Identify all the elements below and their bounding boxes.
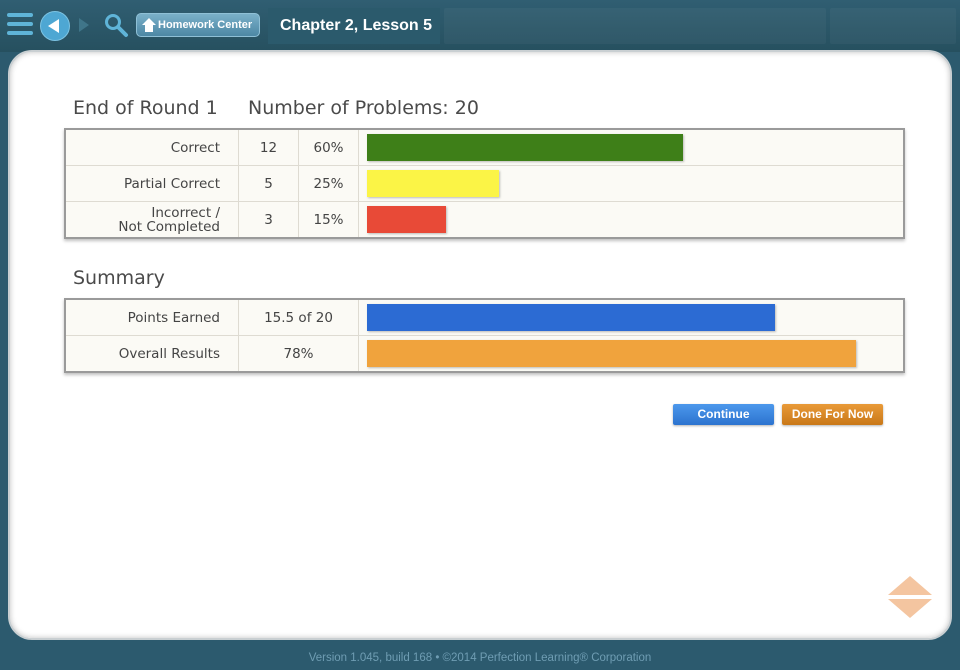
table-row: Correct 12 60%: [64, 128, 905, 166]
home-icon: [142, 18, 156, 32]
table-row: Partial Correct 5 25%: [64, 165, 905, 202]
row-percent: 15%: [298, 201, 359, 239]
back-icon[interactable]: [40, 11, 70, 41]
forward-icon[interactable]: [73, 11, 95, 39]
round-results-table: Correct 12 60% Partial Correct 5 25% Inc…: [64, 128, 905, 239]
row-label-line2: Not Completed: [118, 218, 220, 235]
continue-button[interactable]: Continue: [673, 404, 774, 425]
row-count: 12: [238, 128, 299, 166]
incorrect-bar: [367, 206, 446, 233]
footer-version: Version 1.045, build 168 • ©2014 Perfect…: [308, 652, 652, 664]
bar-cell: [358, 201, 905, 239]
top-toolbar: Homework Center Chapter 2, Lesson 5: [0, 0, 960, 52]
toolbar-spacer: [830, 8, 956, 44]
round-heading: End of Round 1: [73, 97, 218, 119]
row-percent: 25%: [298, 165, 359, 202]
summary-table: Points Earned 15.5 of 20 Overall Results…: [64, 298, 905, 373]
bar-cell: [358, 128, 905, 166]
page-title: Chapter 2, Lesson 5: [268, 8, 440, 44]
row-count: 5: [238, 165, 299, 202]
overall-results-bar: [367, 340, 856, 367]
summary-heading: Summary: [73, 267, 165, 289]
scroll-arrows-icon[interactable]: [887, 576, 933, 618]
homework-center-label: Homework Center: [158, 19, 253, 31]
row-value: 15.5 of 20: [238, 298, 359, 336]
bar-cell: [358, 335, 905, 373]
row-percent: 60%: [298, 128, 359, 166]
done-for-now-button[interactable]: Done For Now: [782, 404, 883, 425]
row-value: 78%: [238, 335, 359, 373]
toolbar-spacer: [444, 8, 826, 44]
row-count: 3: [238, 201, 299, 239]
partial-correct-bar: [367, 170, 499, 197]
menu-icon[interactable]: [7, 13, 33, 37]
table-row: Incorrect / Not Completed 3 15%: [64, 201, 905, 239]
search-icon[interactable]: [103, 12, 129, 38]
row-label: Overall Results: [64, 335, 239, 373]
bar-cell: [358, 298, 905, 336]
bar-cell: [358, 165, 905, 202]
row-label: Correct: [64, 128, 239, 166]
table-row: Overall Results 78%: [64, 335, 905, 373]
homework-center-button[interactable]: Homework Center: [136, 13, 260, 37]
table-row: Points Earned 15.5 of 20: [64, 298, 905, 336]
row-label: Points Earned: [64, 298, 239, 336]
problems-count-heading: Number of Problems: 20: [248, 97, 479, 119]
row-label: Partial Correct: [64, 165, 239, 202]
points-earned-bar: [367, 304, 775, 331]
row-label: Incorrect / Not Completed: [64, 201, 239, 239]
correct-bar: [367, 134, 683, 161]
